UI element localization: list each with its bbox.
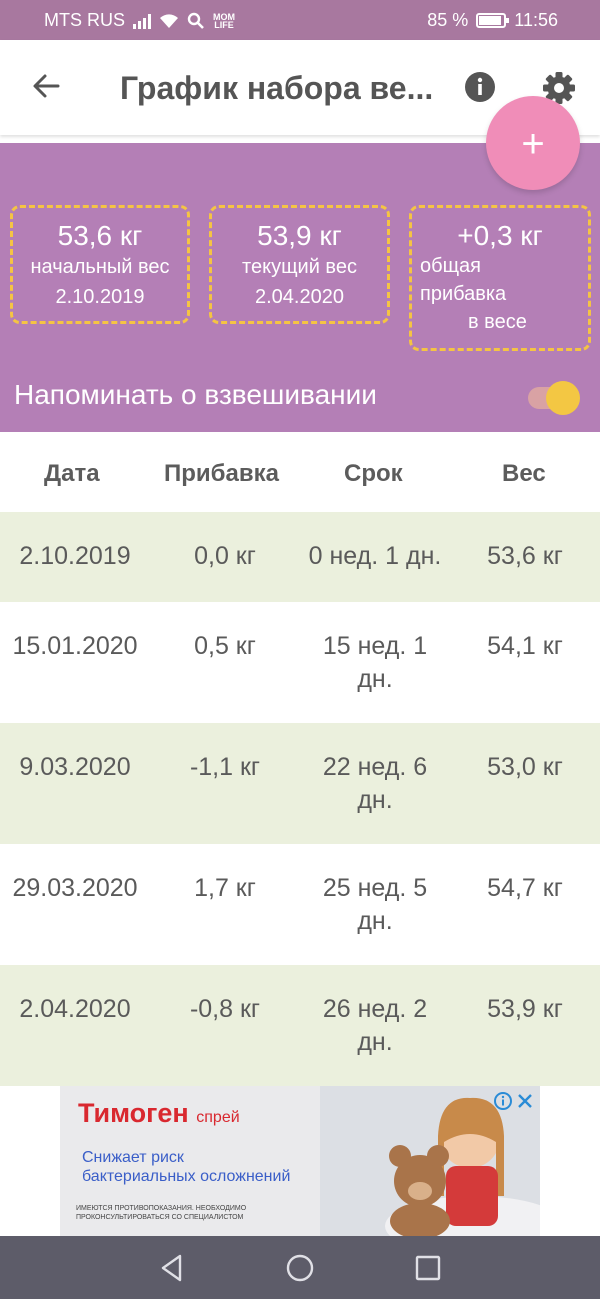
row-date: 29.03.2020 [12, 874, 138, 902]
column-term: Срок [344, 460, 403, 487]
row-weight: 54,7 кг [487, 874, 563, 902]
system-nav-bar [0, 1236, 600, 1299]
ad-brand-suffix: спрей [196, 1109, 240, 1126]
ad-disclaimer: ИМЕЮТСЯ ПРОТИВОПОКАЗАНИЯ. НЕОБХОДИМО ПРО… [76, 1205, 247, 1221]
toggle-knob [546, 381, 580, 415]
carrier-label: MTS RUS [44, 10, 125, 30]
row-term: 0 нед. 1 дн. [308, 542, 442, 570]
start-weight-value: 53,6 кг [57, 220, 143, 251]
ad-banner[interactable]: Тимоген спрей Снижает риск бактериальных… [60, 1086, 540, 1236]
table-row[interactable]: 15.01.2020 0,5 кг 15 нед. 1 дн. 54,1 кг [0, 602, 600, 723]
column-date: Дата [44, 460, 100, 487]
table-row[interactable]: 9.03.2020 -1,1 кг 22 нед. 6 дн. 53,0 кг [0, 723, 600, 844]
total-gain-label-1: общая [420, 255, 481, 277]
page-title: График набора ве... [120, 70, 434, 106]
table-row[interactable]: 29.03.2020 1,7 кг 25 нед. 5 дн. 54,7 кг [0, 844, 600, 965]
row-gain: 0,0 кг [194, 542, 256, 570]
search-icon [187, 12, 204, 29]
ad-brand-name: Тимоген [78, 1098, 189, 1128]
back-arrow-icon[interactable] [28, 68, 64, 104]
start-weight-label: начальный вес [30, 256, 170, 278]
row-gain: -0,8 кг [189, 995, 261, 1023]
info-icon[interactable] [464, 71, 496, 103]
ad-info-icon[interactable] [494, 1092, 512, 1110]
start-weight-date: 2.10.2019 [55, 286, 145, 308]
total-gain-value: +0,3 кг [457, 220, 543, 251]
summary-header: 53,6 кг начальный вес 2.10.2019 53,9 кг … [0, 143, 600, 432]
momlife-icon: MOM LIFE [213, 11, 235, 30]
signal-icon [133, 13, 151, 29]
row-term: 15 нед. 1 дн. [322, 632, 428, 693]
current-weight-value: 53,9 кг [257, 220, 342, 251]
nav-back-icon[interactable] [158, 1253, 186, 1283]
row-term: 22 нед. 6 дн. [322, 753, 428, 814]
battery-icon [476, 13, 510, 28]
table-header: Дата Прибавка Срок Вес [0, 432, 600, 512]
reminder-label: Напоминать о взвешивании [14, 379, 377, 410]
row-term: 26 нед. 2 дн. [322, 995, 428, 1056]
row-gain: 0,5 кг [194, 632, 256, 660]
ad-brand: Тимоген спрей [78, 1098, 240, 1129]
ad-close-icon[interactable] [516, 1092, 534, 1110]
row-weight: 53,9 кг [487, 995, 563, 1023]
total-gain-label-3: в весе [468, 311, 527, 333]
row-date: 2.04.2020 [19, 995, 131, 1023]
start-weight-card: 53,6 кг начальный вес 2.10.2019 [10, 205, 190, 324]
current-weight-label: текущий вес [242, 256, 357, 278]
total-gain-label-2: прибавка [420, 283, 507, 305]
add-weight-button[interactable]: + [486, 96, 580, 190]
add-label: + [521, 122, 545, 166]
status-bar: MTS RUS MOM LIFE 85 % 11:56 [0, 0, 600, 40]
battery-percent: 85 % [427, 10, 469, 30]
row-term: 25 нед. 5 дн. [322, 874, 428, 935]
row-date: 15.01.2020 [12, 632, 138, 660]
table-row[interactable]: 2.04.2020 -0,8 кг 26 нед. 2 дн. 53,9 кг [0, 965, 600, 1086]
row-weight: 54,1 кг [487, 632, 563, 660]
clock: 11:56 [514, 10, 558, 30]
ad-slogan-line-2: бактериальных осложнений [82, 1168, 291, 1185]
ad-slogan-line-1: Снижает риск [82, 1149, 184, 1166]
row-weight: 53,6 кг [487, 542, 563, 570]
current-weight-card: 53,9 кг текущий вес 2.04.2020 [209, 205, 390, 324]
nav-home-icon[interactable] [285, 1253, 315, 1283]
column-gain: Прибавка [164, 460, 279, 487]
row-date: 9.03.2020 [19, 753, 131, 781]
reminder-toggle[interactable] [528, 381, 580, 415]
table-row[interactable]: 2.10.2019 0,0 кг 0 нед. 1 дн. 53,6 кг [0, 512, 600, 602]
total-gain-card: +0,3 кг общая прибавка в весе [409, 205, 591, 351]
current-weight-date: 2.04.2020 [255, 286, 344, 308]
wifi-icon [160, 13, 178, 28]
row-weight: 53,0 кг [487, 753, 563, 781]
row-gain: 1,7 кг [194, 874, 256, 902]
row-date: 2.10.2019 [19, 542, 131, 570]
row-gain: -1,1 кг [189, 753, 261, 781]
ad-slogan: Снижает риск бактериальных осложнений [82, 1148, 290, 1186]
nav-recents-icon[interactable] [414, 1253, 442, 1283]
column-weight: Вес [502, 460, 546, 487]
